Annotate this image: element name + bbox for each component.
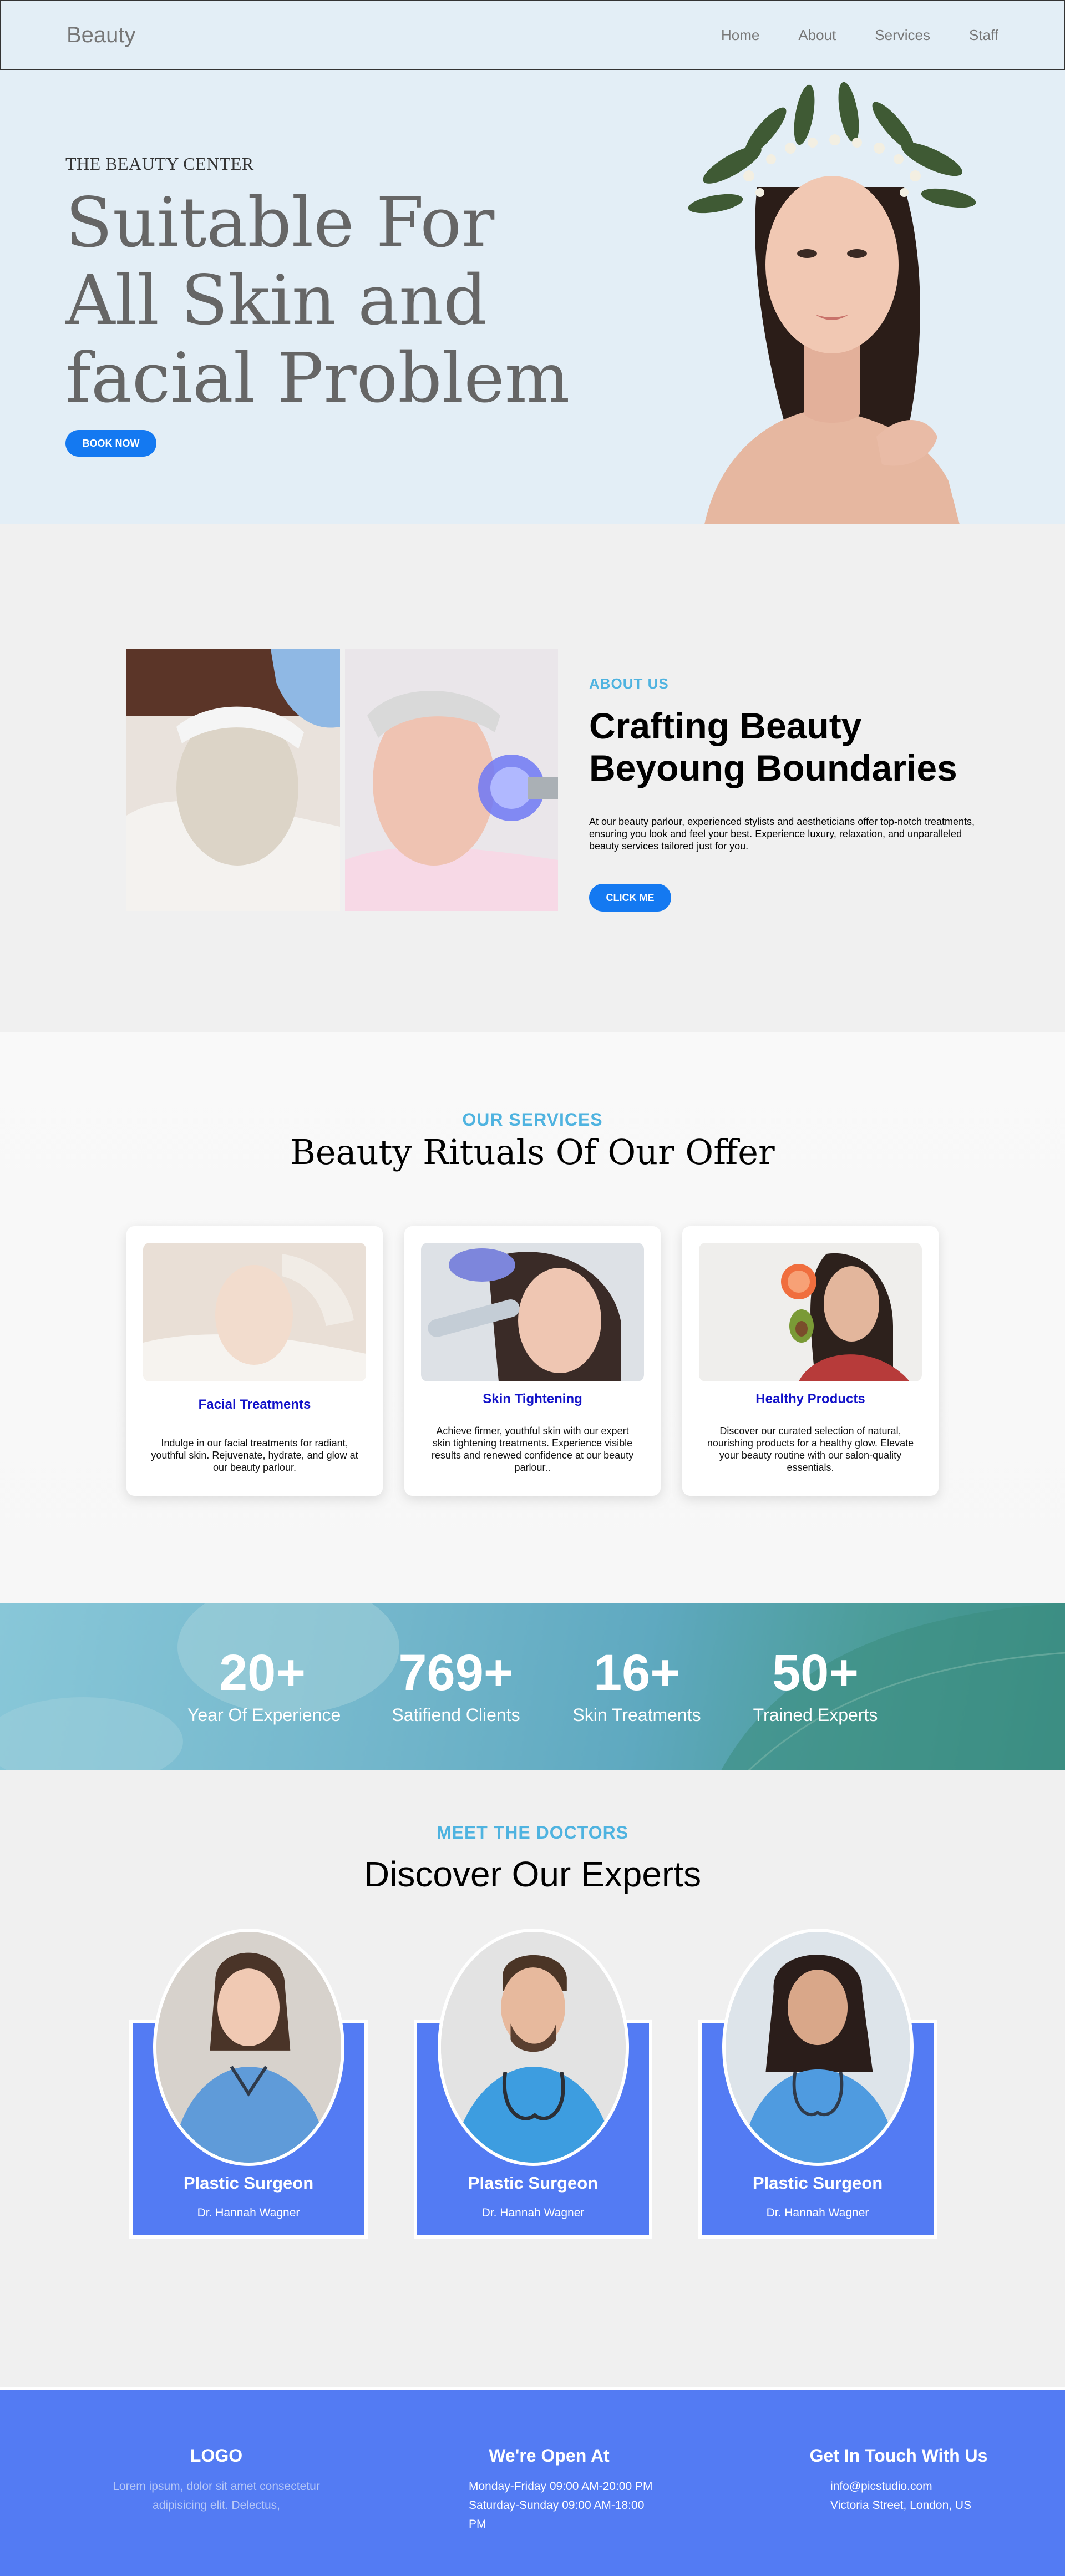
service-text: Indulge in our facial treatments for rad… xyxy=(151,1438,358,1473)
book-now-button[interactable]: BOOK NOW xyxy=(65,430,156,457)
stat-experts: 50+ Trained Experts xyxy=(750,1647,881,1725)
footer-logo: LOGO xyxy=(190,2446,243,2466)
service-text: Discover our curated selection of natura… xyxy=(707,1425,914,1473)
service-card-skin-tightening[interactable]: Skin Tightening Achieve firmer, youthful… xyxy=(404,1226,661,1496)
service-card-healthy-products[interactable]: Healthy Products Discover our curated se… xyxy=(682,1226,939,1496)
footer: LOGO Lorem ipsum, dolor sit amet consect… xyxy=(0,2387,1065,2576)
facial-treatment-image xyxy=(143,1243,366,1381)
stat-caption: Trained Experts xyxy=(753,1705,878,1725)
hero-title: Suitable For All Skin and facial Problem xyxy=(65,183,570,418)
nav-link-services[interactable]: Services xyxy=(875,27,930,44)
led-therapy-photo xyxy=(345,649,558,911)
doctor-name: Dr. Hannah Wagner xyxy=(197,2206,300,2219)
stat-value: 769+ xyxy=(398,1644,514,1701)
footer-text: Lorem ipsum, dolor sit amet consectetur xyxy=(113,2480,320,2493)
service-title: Healthy Products xyxy=(755,1391,865,1406)
doctors-section: MEET THE DOCTORS Discover Our Experts Pl… xyxy=(0,1770,1065,2387)
stat-treatments: 16+ Skin Treatments xyxy=(571,1647,702,1725)
footer-email-link[interactable]: info@picstudio.com xyxy=(788,2477,1010,2496)
nav-link-about[interactable]: About xyxy=(798,27,836,44)
stat-value: 20+ xyxy=(219,1644,306,1701)
services-title: Beauty Rituals Of Our Offer xyxy=(290,1132,775,1172)
nav-menu: Home About Services Staff xyxy=(721,27,998,44)
doctor-role: Plastic Surgeon xyxy=(183,2173,314,2193)
service-title: Skin Tightening xyxy=(483,1391,582,1406)
footer-hours-weekend: Saturday-Sunday 09:00 AM-18:00 PM xyxy=(469,2499,645,2531)
about-title: Crafting Beauty Beyoung Boundaries xyxy=(589,705,957,788)
doctors-title: Discover Our Experts xyxy=(363,1854,702,1894)
services-section: OUR SERVICES Beauty Rituals Of Our Offer… xyxy=(0,1032,1065,1603)
stats-section: 20+ Year Of Experience 769+ Satifiend Cl… xyxy=(0,1603,1065,1770)
footer-hours-column: We're Open At Monday-Friday 09:00 AM-20:… xyxy=(438,2446,660,2534)
brand-logo[interactable]: Beauty xyxy=(67,23,136,48)
service-text: Achieve firmer, youthful skin with our e… xyxy=(431,1425,634,1473)
doctor-name: Dr. Hannah Wagner xyxy=(481,2206,585,2219)
footer-contact-title: Get In Touch With Us xyxy=(809,2446,988,2466)
about-text: At our beauty parlour, experienced styli… xyxy=(589,816,975,852)
stat-clients: 769+ Satifiend Clients xyxy=(388,1647,524,1725)
stat-value: 50+ xyxy=(772,1644,859,1701)
leaf-background-image xyxy=(0,1603,1065,1770)
hero-kicker: THE BEAUTY CENTER xyxy=(65,154,254,174)
doctor-role: Plastic Surgeon xyxy=(468,2173,599,2193)
doctor-name: Dr. Hannah Wagner xyxy=(766,2206,869,2219)
hero-model-image xyxy=(688,82,976,524)
about-section: ABOUT US Crafting Beauty Beyoung Boundar… xyxy=(0,524,1065,1032)
navbar: Beauty Home About Services Staff xyxy=(0,0,1065,70)
doctor-portrait xyxy=(722,1929,914,2166)
service-title: Facial Treatments xyxy=(198,1397,311,1412)
click-me-button[interactable]: CLICK ME xyxy=(589,884,671,912)
doctors-label: MEET THE DOCTORS xyxy=(436,1823,629,1843)
nav-link-home[interactable]: Home xyxy=(721,27,759,44)
footer-text: adipisicing elit. Delectus, xyxy=(153,2499,280,2512)
skin-tightening-image xyxy=(421,1243,644,1381)
footer-logo-column: LOGO Lorem ipsum, dolor sit amet consect… xyxy=(83,2446,349,2515)
stat-caption: Year Of Experience xyxy=(187,1705,341,1725)
footer-hours-title: We're Open At xyxy=(489,2446,610,2466)
doctor-role: Plastic Surgeon xyxy=(752,2173,883,2193)
doctor-portrait xyxy=(153,1929,344,2166)
footer-contact-column: Get In Touch With Us info@picstudio.com … xyxy=(788,2446,1010,2515)
doctor-portrait xyxy=(438,1929,629,2166)
about-label: ABOUT US xyxy=(589,675,669,692)
service-card-facial[interactable]: Facial Treatments Indulge in our facial … xyxy=(126,1226,383,1496)
stat-experience: 20+ Year Of Experience xyxy=(187,1644,341,1725)
hero-section: THE BEAUTY CENTER Suitable For All Skin … xyxy=(0,70,1065,524)
stat-caption: Satifiend Clients xyxy=(392,1705,520,1725)
footer-address: Victoria Street, London, US xyxy=(830,2499,972,2512)
stat-value: 16+ xyxy=(593,1644,681,1701)
footer-hours-weekday: Monday-Friday 09:00 AM-20:00 PM xyxy=(469,2480,653,2493)
nav-link-staff[interactable]: Staff xyxy=(969,27,998,44)
stat-caption: Skin Treatments xyxy=(572,1705,701,1725)
facial-mask-photo xyxy=(126,649,340,911)
healthy-products-image xyxy=(699,1243,922,1381)
services-label: OUR SERVICES xyxy=(462,1110,603,1130)
